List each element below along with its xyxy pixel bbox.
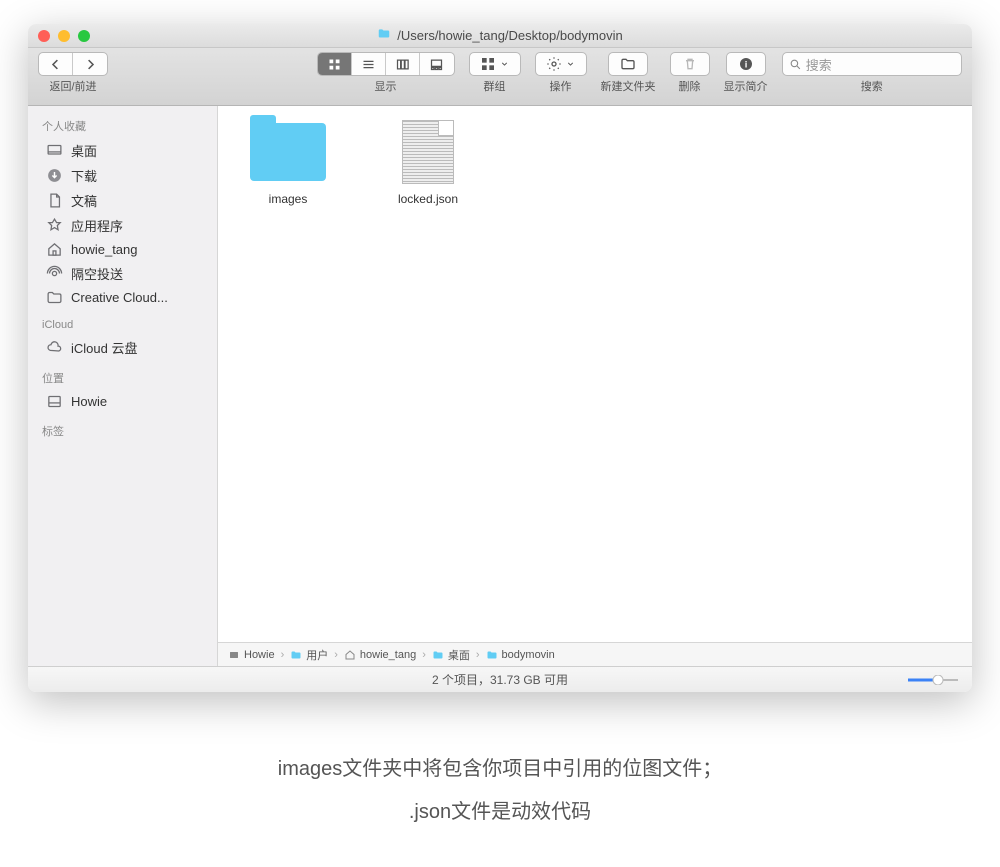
group-label: 群组 (484, 78, 506, 94)
apps-icon (46, 217, 63, 234)
path-crumb[interactable]: 用户 (290, 647, 328, 663)
disk-icon (46, 393, 63, 410)
folder-icon (377, 27, 391, 44)
file-name: locked.json (398, 192, 458, 206)
search-placeholder: 搜索 (806, 55, 832, 74)
delete-group: 删除 (670, 52, 710, 94)
list-view-button[interactable] (352, 53, 386, 75)
cloud-icon (46, 339, 63, 356)
zoom-slider[interactable] (908, 675, 958, 685)
back-button[interactable] (39, 53, 73, 75)
path-bar: Howie› 用户› howie_tang› 桌面› bodymovin (218, 642, 972, 666)
document-icon (46, 192, 63, 209)
finder-window: /Users/howie_tang/Desktop/bodymovin 返回/前… (28, 24, 972, 692)
path-crumb[interactable]: bodymovin (486, 649, 555, 661)
info-label: 显示简介 (724, 78, 768, 94)
status-bar: 2 个项目，31.73 GB 可用 (28, 666, 972, 692)
folder-icon (432, 649, 444, 661)
file-item-json[interactable]: locked.json (378, 120, 478, 206)
sidebar-item-airdrop[interactable]: 隔空投送 (28, 261, 217, 286)
delete-label: 删除 (679, 78, 701, 94)
folder-icon (46, 289, 63, 306)
toolbar: 返回/前进 显示 群组 操作 (28, 48, 972, 106)
search-group: 搜索 搜索 (782, 52, 963, 94)
caption-text: images文件夹中将包含你项目中引用的位图文件； .json文件是动效代码 (0, 752, 1000, 824)
gallery-view-button[interactable] (420, 53, 454, 75)
search-icon (789, 58, 802, 71)
home-icon (46, 241, 63, 258)
sidebar-item-downloads[interactable]: 下载 (28, 163, 217, 188)
action-group: 操作 (535, 52, 587, 94)
window-body: 个人收藏 桌面 下载 文稿 应用程序 howie_tang 隔空投送 Creat… (28, 106, 972, 666)
sidebar-item-icloud-drive[interactable]: iCloud 云盘 (28, 335, 217, 360)
file-name: images (269, 192, 308, 206)
nav-group: 返回/前进 (38, 52, 108, 94)
delete-button[interactable] (670, 52, 710, 76)
sidebar: 个人收藏 桌面 下载 文稿 应用程序 howie_tang 隔空投送 Creat… (28, 106, 218, 666)
file-item-folder[interactable]: images (238, 120, 338, 206)
file-grid[interactable]: images locked.json (218, 106, 972, 642)
sidebar-item-home[interactable]: howie_tang (28, 238, 217, 261)
sidebar-header-favorites: 个人收藏 (28, 112, 217, 138)
view-group: 显示 (317, 52, 455, 94)
sidebar-item-desktop[interactable]: 桌面 (28, 138, 217, 163)
new-folder-button[interactable] (608, 52, 648, 76)
column-view-button[interactable] (386, 53, 420, 75)
group-button[interactable] (469, 52, 521, 76)
sidebar-item-disk[interactable]: Howie (28, 390, 217, 413)
nav-label: 返回/前进 (49, 78, 96, 94)
folder-icon (290, 649, 302, 661)
desktop-icon (46, 142, 63, 159)
sidebar-header-icloud: iCloud (28, 313, 217, 335)
view-label: 显示 (375, 78, 397, 94)
titlebar[interactable]: /Users/howie_tang/Desktop/bodymovin (28, 24, 972, 48)
svg-text:i: i (744, 59, 747, 69)
window-title: /Users/howie_tang/Desktop/bodymovin (28, 27, 972, 44)
action-button[interactable] (535, 52, 587, 76)
title-path: /Users/howie_tang/Desktop/bodymovin (397, 28, 622, 43)
home-icon (344, 649, 356, 661)
icon-view-button[interactable] (318, 53, 352, 75)
search-label: 搜索 (861, 78, 883, 94)
sidebar-header-locations: 位置 (28, 364, 217, 390)
path-crumb[interactable]: Howie (228, 649, 275, 661)
download-icon (46, 167, 63, 184)
sidebar-item-applications[interactable]: 应用程序 (28, 213, 217, 238)
newfolder-label: 新建文件夹 (601, 78, 656, 94)
action-label: 操作 (550, 78, 572, 94)
info-button[interactable]: i (726, 52, 766, 76)
document-icon (402, 120, 454, 184)
sidebar-item-creative-cloud[interactable]: Creative Cloud... (28, 286, 217, 309)
group-group: 群组 (469, 52, 521, 94)
sidebar-header-tags: 标签 (28, 417, 217, 443)
main-area: images locked.json Howie› 用户› howie_tang… (218, 106, 972, 666)
path-crumb[interactable]: howie_tang (344, 649, 416, 661)
status-text: 2 个项目，31.73 GB 可用 (432, 671, 568, 688)
folder-icon (250, 123, 326, 181)
search-input[interactable]: 搜索 (782, 52, 962, 76)
path-crumb[interactable]: 桌面 (432, 647, 470, 663)
forward-button[interactable] (73, 53, 107, 75)
disk-icon (228, 649, 240, 661)
folder-icon (486, 649, 498, 661)
newfolder-group: 新建文件夹 (601, 52, 656, 94)
airdrop-icon (46, 265, 63, 282)
info-group: i 显示简介 (724, 52, 768, 94)
sidebar-item-documents[interactable]: 文稿 (28, 188, 217, 213)
